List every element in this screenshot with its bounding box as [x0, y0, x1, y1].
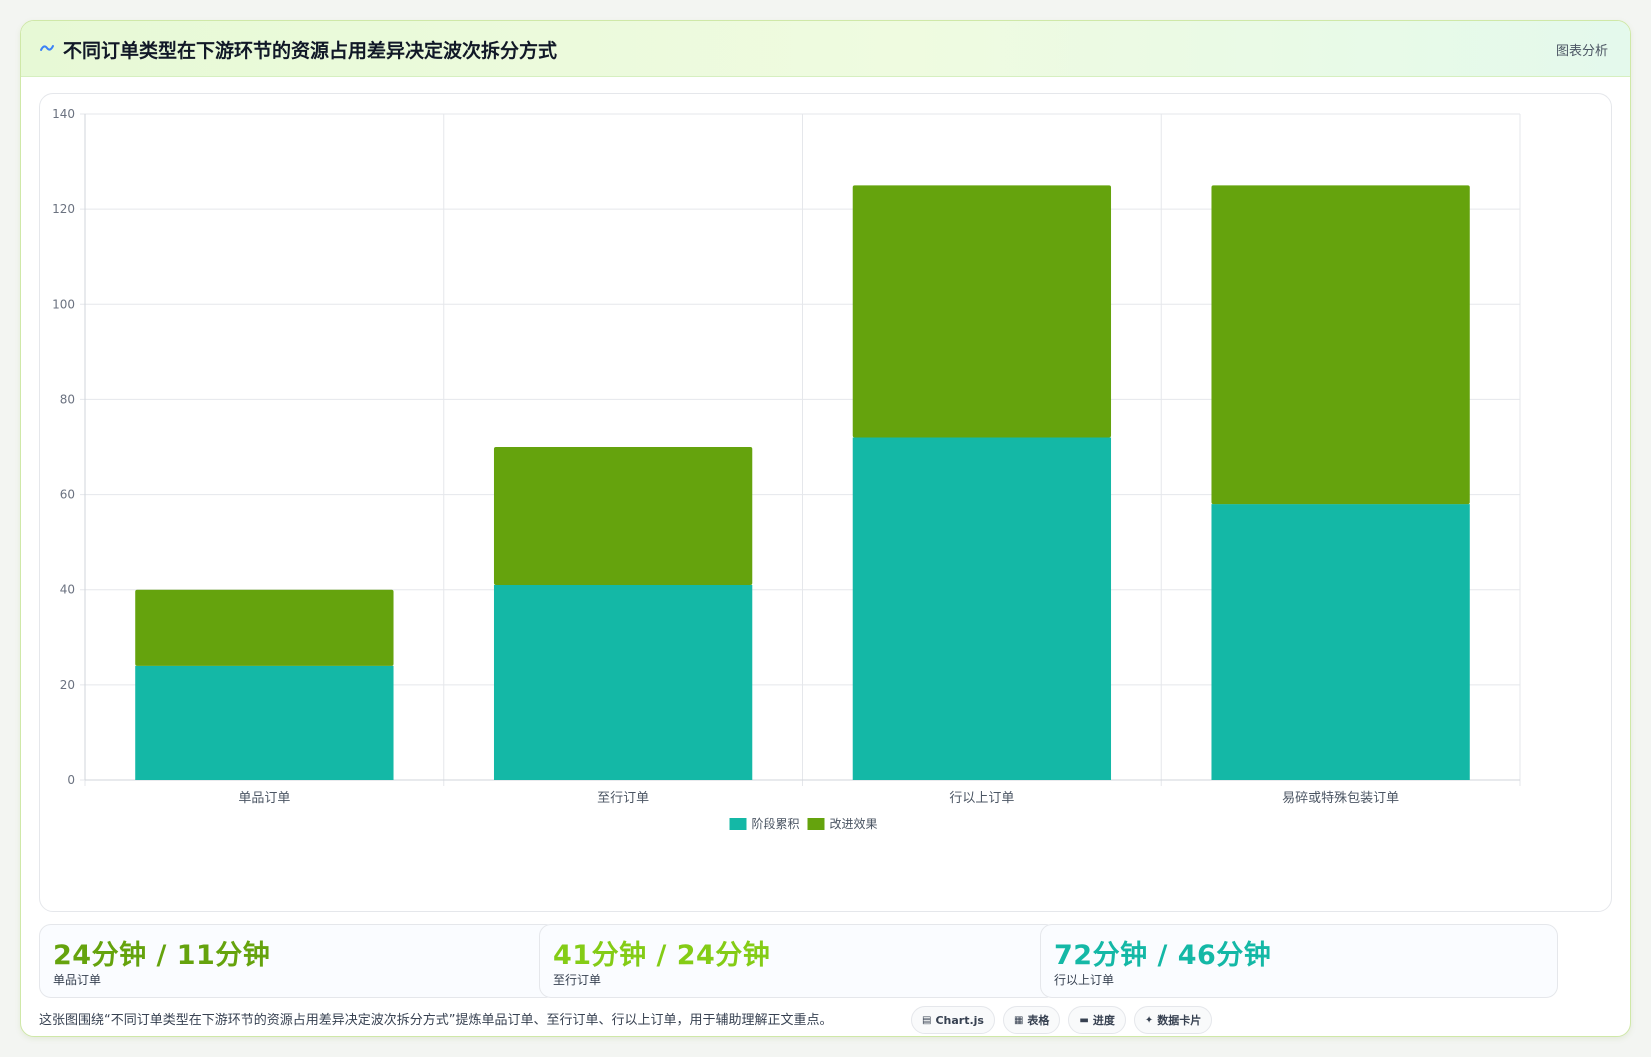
chart-analysis-label: 图表分析 — [1555, 44, 1608, 59]
chip-label: 数据卡片 — [1157, 1014, 1202, 1027]
bar-improvement-1 — [493, 447, 753, 585]
stacked-bar-chart: 0 20 40 60 80 100 120 140 单品订单 至行订单 行以上订单 易碎或特殊包装订单… — [52, 107, 1521, 831]
chip-chartjs[interactable]: ▤ Chart.js — [911, 1006, 995, 1034]
x-tick-label: 易碎或特殊包装订单 — [1282, 791, 1399, 806]
bar-improvement-2 — [852, 185, 1112, 438]
y-tick-label: 20 — [60, 678, 75, 692]
sparkle-icon: ✦ — [1144, 1014, 1154, 1026]
y-tick-label: 0 — [67, 773, 75, 787]
bar-stage-accumulated-3 — [1211, 504, 1470, 780]
chip-table[interactable]: ▦ 表格 — [1002, 1006, 1061, 1034]
stat-card-multi-line: 72分钟 / 46分钟 行以上订单 — [1040, 924, 1558, 998]
stat-label: 单品订单 — [53, 973, 102, 987]
legend-label: 阶段累积 — [752, 816, 800, 831]
chip-data-card[interactable]: ✦ 数据卡片 — [1133, 1006, 1213, 1034]
bar-stage-accumulated-1 — [493, 584, 753, 780]
progress-icon: ▬ — [1079, 1014, 1089, 1026]
chart-card: 不同订单类型在下游环节的资源占用差异决定波次拆分方式 图表分析 0 20 40 60 8… — [20, 20, 1631, 1037]
stat-label: 行以上订单 — [1054, 973, 1115, 987]
stat-card-single: 24分钟 / 11分钟 单品订单 — [39, 924, 557, 998]
legend-swatch — [729, 818, 747, 830]
legend-label: 改进效果 — [830, 816, 878, 831]
y-tick-label: 60 — [60, 488, 75, 502]
tag-chips: ▤ Chart.js ▦ 表格 ▬ 进度 ✦ 数据卡片 — [911, 1006, 1213, 1034]
y-tick-label: 140 — [52, 107, 75, 121]
stat-value: 24分钟 / 11分钟 — [53, 940, 271, 971]
table-icon: ▦ — [1013, 1014, 1024, 1026]
chip-progress[interactable]: ▬ 进度 — [1068, 1006, 1126, 1034]
chip-label: 表格 — [1027, 1014, 1050, 1027]
y-tick-label: 80 — [60, 392, 75, 406]
chart-description: 这张图围绕“不同订单类型在下游环节的资源占用差异决定波次拆分方式”提炼单品订单、… — [39, 1013, 833, 1028]
stat-card-to-line: 41分钟 / 24分钟 至行订单 — [539, 924, 1057, 998]
chart-icon: ▤ — [922, 1014, 932, 1026]
chip-label: 进度 — [1092, 1014, 1115, 1027]
y-tick-label: 40 — [60, 583, 75, 597]
x-tick-label: 至行订单 — [597, 791, 649, 806]
y-tick-label: 100 — [52, 297, 75, 311]
legend-swatch — [807, 818, 825, 830]
wave-icon — [40, 45, 54, 51]
card-header: 不同订单类型在下游环节的资源占用差异决定波次拆分方式 图表分析 — [21, 21, 1630, 77]
stat-value: 41分钟 / 24分钟 — [553, 940, 771, 971]
bar-stage-accumulated-2 — [852, 437, 1112, 780]
chip-label: Chart.js — [935, 1013, 984, 1027]
stat-value: 72分钟 / 46分钟 — [1054, 940, 1272, 971]
stat-label: 至行订单 — [553, 973, 602, 987]
y-tick-label: 120 — [52, 202, 75, 216]
bar-improvement-0 — [135, 589, 394, 666]
chart-panel: 0 20 40 60 80 100 120 140 单品订单 至行订单 行以上订单 易碎或特殊包装订单… — [39, 93, 1612, 912]
bar-improvement-3 — [1211, 185, 1470, 505]
bar-stage-accumulated-0 — [135, 665, 394, 780]
chart-title: 不同订单类型在下游环节的资源占用差异决定波次拆分方式 — [63, 40, 558, 62]
x-tick-label: 单品订单 — [238, 791, 290, 806]
x-tick-label: 行以上订单 — [949, 791, 1014, 806]
